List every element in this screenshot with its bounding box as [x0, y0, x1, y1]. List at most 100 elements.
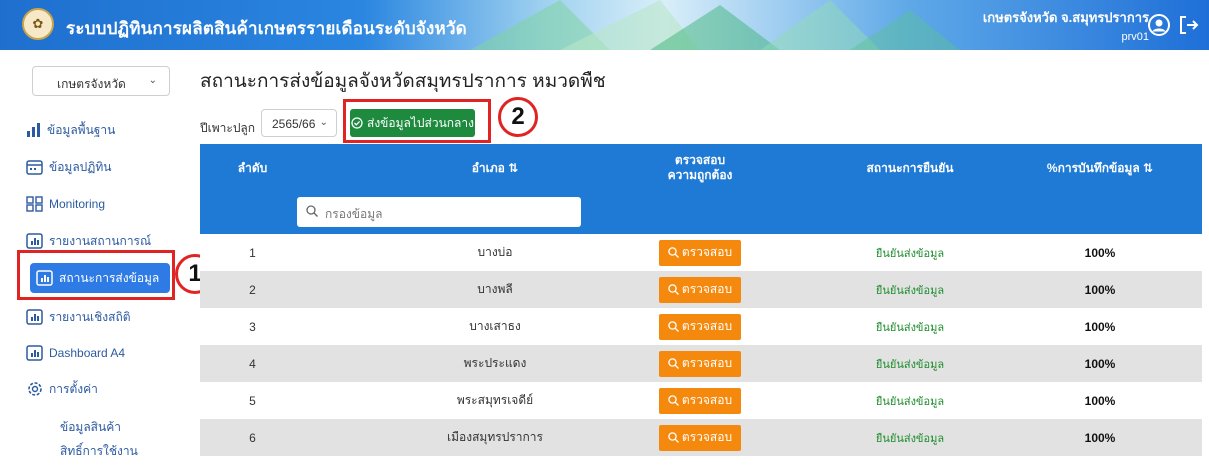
sidebar-item-monitoring[interactable]: Monitoring — [26, 189, 176, 219]
row-confirm-status: ยืนยันส่งข้อมูล — [875, 358, 945, 371]
column-header-check-line1: ตรวจสอบ — [674, 153, 726, 167]
check-button[interactable]: ตรวจสอบ — [659, 387, 741, 414]
sidebar-item-label: ข้อมูลพื้นฐาน — [47, 122, 116, 137]
user-profile-icon[interactable] — [1147, 13, 1171, 37]
sidebar-item-label: ข้อมูลปฏิทิน — [49, 159, 112, 174]
row-confirm-status: ยืนยันส่งข้อมูล — [875, 321, 945, 334]
filter-input[interactable]: กรองข้อมูล — [297, 197, 581, 227]
row-number: 5 — [249, 393, 256, 408]
check-button-label: ตรวจสอบ — [681, 245, 733, 259]
column-header-check: ตรวจสอบ ความถูกต้อง — [640, 144, 760, 192]
top-bar: ✿ ระบบปฏิทินการผลิตสินค้าเกษตรรายเดือนระ… — [0, 0, 1209, 50]
row-record-percent: 100% — [1084, 245, 1116, 260]
sidebar-item-label: รายงานเชิงสถิติ — [49, 309, 131, 324]
column-header-confirm-status: สถานะการยืนยัน — [866, 160, 954, 175]
row-record-percent: 100% — [1084, 282, 1116, 297]
sidebar-item-calendar[interactable]: ข้อมูลปฏิทิน — [26, 152, 176, 182]
sidebar-item-label: Dashboard A4 — [49, 346, 126, 360]
table-row: 5 พระสมุทรเจดีย์ ตรวจสอบ ยืนยันส่งข้อมูล 100… — [200, 382, 1202, 419]
user-info: เกษตรจังหวัด จ.สมุทรปราการ prv01 — [983, 7, 1149, 43]
row-district: เมืองสมุทรปราการ — [447, 430, 543, 444]
row-number: 1 — [249, 245, 256, 260]
row-record-percent: 100% — [1084, 393, 1116, 408]
check-button[interactable]: ตรวจสอบ — [659, 276, 741, 303]
chevron-down-icon: ⌄ — [148, 75, 157, 86]
sidebar-item-label: Monitoring — [49, 197, 106, 211]
role-select[interactable]: เกษตรจังหวัด ⌄ — [32, 66, 170, 96]
column-header-no: ลำดับ — [237, 160, 268, 175]
check-button[interactable]: ตรวจสอบ — [659, 239, 741, 266]
row-confirm-status: ยืนยันส่งข้อมูล — [875, 432, 945, 445]
row-number: 6 — [249, 430, 256, 445]
table-body: 1 บางบ่อ ตรวจสอบ ยืนยันส่งข้อมูล 100% 2 บางพลี… — [200, 234, 1202, 456]
row-record-percent: 100% — [1084, 356, 1116, 371]
row-number: 3 — [249, 319, 256, 334]
app-logo: ✿ — [22, 8, 54, 40]
season-select-value: 2565/66 — [272, 117, 316, 131]
search-icon — [306, 205, 318, 217]
sidebar-item-dashboard[interactable]: Dashboard A4 — [26, 338, 176, 368]
search-icon — [668, 284, 679, 295]
check-button-label: ตรวจสอบ — [681, 393, 733, 407]
sidebar-item-basic-data[interactable]: ข้อมูลพื้นฐาน — [26, 115, 176, 145]
column-header-check-line2: ความถูกต้อง — [667, 168, 733, 182]
filter-placeholder: กรองข้อมูล — [325, 207, 383, 221]
row-district: บางเสาธง — [469, 319, 521, 333]
page-title: สถานะการส่งข้อมูลจังหวัดสมุทรปราการ หมวด… — [200, 71, 606, 92]
report-icon — [26, 309, 43, 325]
logout-icon[interactable] — [1177, 13, 1201, 37]
row-confirm-status: ยืนยันส่งข้อมูล — [875, 395, 945, 408]
check-button-label: ตรวจสอบ — [681, 356, 733, 370]
user-org: เกษตรจังหวัด จ.สมุทรปราการ — [982, 10, 1149, 25]
row-district: บางพลี — [477, 282, 513, 296]
row-district: พระประแดง — [463, 356, 527, 370]
row-check-cell: ตรวจสอบ — [640, 345, 760, 382]
role-select-value: เกษตรจังหวัด — [57, 77, 126, 91]
sidebar-item-statistics[interactable]: รายงานเชิงสถิติ — [26, 302, 176, 332]
check-button[interactable]: ตรวจสอบ — [659, 313, 741, 340]
check-button[interactable]: ตรวจสอบ — [659, 350, 741, 377]
filter-row: กรองข้อมูล — [200, 192, 1202, 234]
row-check-cell: ตรวจสอบ — [640, 382, 760, 419]
report-icon — [26, 345, 43, 361]
search-icon — [668, 321, 679, 332]
search-icon — [668, 247, 679, 258]
check-button[interactable]: ตรวจสอบ — [659, 424, 741, 451]
table-row: 2 บางพลี ตรวจสอบ ยืนยันส่งข้อมูล 100% — [200, 271, 1202, 308]
row-record-percent: 100% — [1084, 430, 1116, 445]
calendar-icon — [26, 160, 43, 175]
callout-highlight-1 — [17, 250, 175, 300]
sidebar-item-label: รายงานสถานการณ์ — [49, 233, 152, 248]
table-row: 3 บางเสาธง ตรวจสอบ ยืนยันส่งข้อมูล 100% — [200, 308, 1202, 345]
row-number: 2 — [249, 282, 256, 297]
check-button-label: ตรวจสอบ — [681, 430, 733, 444]
row-number: 4 — [249, 356, 256, 371]
check-button-label: ตรวจสอบ — [681, 319, 733, 333]
row-district: พระสมุทรเจดีย์ — [456, 393, 534, 407]
sidebar-item-settings[interactable]: การตั้งค่า — [26, 374, 176, 404]
search-icon — [668, 432, 679, 443]
gear-icon — [28, 382, 42, 396]
status-table: ลำดับ อำเภอ ⇅ ตรวจสอบ ความถูกต้อง สถานะก… — [200, 144, 1202, 456]
search-icon — [668, 395, 679, 406]
table-row: 1 บางบ่อ ตรวจสอบ ยืนยันส่งข้อมูล 100% — [200, 234, 1202, 271]
column-header-record-percent[interactable]: %การบันทึกข้อมูล ⇅ — [1020, 144, 1180, 192]
row-check-cell: ตรวจสอบ — [640, 308, 760, 345]
row-district: บางบ่อ — [477, 245, 513, 259]
bar-chart-icon — [27, 123, 40, 137]
column-header-district[interactable]: อำเภอ ⇅ — [425, 144, 565, 192]
callout-highlight-2 — [343, 99, 491, 143]
check-button-label: ตรวจสอบ — [681, 282, 733, 296]
row-check-cell: ตรวจสอบ — [640, 419, 760, 456]
sidebar-subitem-products[interactable]: ข้อมูลสินค้า — [60, 418, 121, 437]
report-icon — [26, 233, 43, 249]
sidebar-subitem-permissions[interactable]: สิทธิ์การใช้งาน — [60, 442, 138, 461]
table-header: ลำดับ อำเภอ ⇅ ตรวจสอบ ความถูกต้อง สถานะก… — [200, 144, 1202, 192]
app-title: ระบบปฏิทินการผลิตสินค้าเกษตรรายเดือนระดั… — [66, 19, 467, 38]
row-confirm-status: ยืนยันส่งข้อมูล — [875, 247, 945, 260]
chevron-down-icon: ⌄ — [319, 117, 328, 128]
row-confirm-status: ยืนยันส่งข้อมูล — [875, 284, 945, 297]
user-id: prv01 — [1121, 31, 1149, 43]
season-select[interactable]: 2565/66 ⌄ — [261, 109, 337, 137]
table-row: 6 เมืองสมุทรปราการ ตรวจสอบ ยืนยันส่งข้อมูล 1… — [200, 419, 1202, 456]
